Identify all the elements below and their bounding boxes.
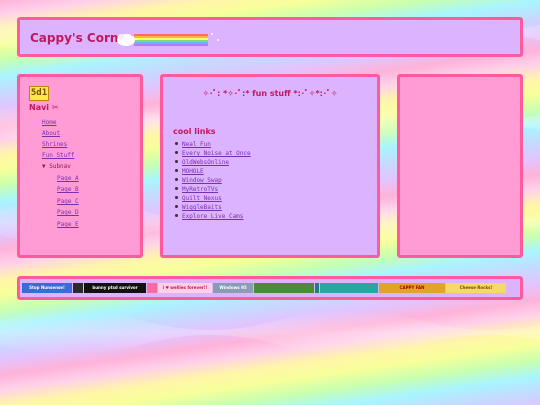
nav-link-shrines[interactable]: Shrines [42,141,67,148]
cool-link[interactable]: MOHOLE [182,168,204,175]
nav-link-fun-stuff[interactable]: Fun Stuff [42,152,75,159]
button-wall: Stop Nunsense! bunny ptsd survivor i ♥ wel… [20,283,520,293]
nav-link-about[interactable]: About [42,130,60,137]
bullet-icon [175,205,178,208]
right-sidebar [397,74,523,258]
bullet-icon [175,151,178,154]
footer-88x31-button[interactable] [254,283,314,293]
list-item: Every Noise at Once [175,150,251,157]
bullet-icon [175,160,178,163]
footer-88x31-button[interactable] [147,283,157,293]
subnav-toggle[interactable]: ▼ Subnav [42,163,71,170]
subpage-link-b[interactable]: Page B [57,186,79,193]
list-item: Quilt Nexus [175,195,222,202]
cool-link[interactable]: Quilt Nexus [182,195,222,202]
cool-link[interactable]: Neal Fun [182,141,211,148]
navi-heading: Navi ✂ [29,103,59,112]
list-item: OldWebsOnline [175,159,229,166]
footer-88x31-button[interactable]: Windows 95 [213,283,253,293]
footer-88x31-button[interactable]: CAPPY FAN [379,283,445,293]
sidebar-badge: 5d1 [29,86,49,101]
subpage-link-c[interactable]: Page C [57,198,79,205]
list-item: MOHOLE [175,168,204,175]
cool-link[interactable]: WiggleBaits [182,204,222,211]
bullet-icon [175,169,178,172]
list-item: WiggleBaits [175,204,222,211]
nav-link-home[interactable]: Home [42,119,56,126]
cool-link[interactable]: Window Swap [182,177,222,184]
footer-88x31-button[interactable] [73,283,83,293]
sidebar: 5d1 Navi ✂ Home About Shrines Fun Stuff … [17,74,143,258]
footer-88x31-button[interactable]: bunny ptsd survivor [84,283,146,293]
list-item: Neal Fun [175,141,211,148]
list-item: MyRetroTVs [175,186,218,193]
bullet-icon [175,214,178,217]
footer-88x31-button[interactable] [320,283,378,293]
cool-link[interactable]: Every Noise at Once [182,150,251,157]
subpage-link-a[interactable]: Page A [57,175,79,182]
subpage-link-e[interactable]: Page E [57,221,79,228]
footer-88x31-button[interactable]: i ♥ wellies forever!! [158,283,212,293]
fun-stuff-title: ✧･ﾟ: *✧･ﾟ:* fun stuff *:･ﾟ✧*:･ﾟ✧ [202,89,338,98]
list-item: Explore Live Cams [175,213,243,220]
subpage-link-d[interactable]: Page D [57,209,79,216]
footer-button-wall: Stop Nunsense! bunny ptsd survivor i ♥ wel… [17,276,523,300]
bullet-icon [175,178,178,181]
cool-links-heading: cool links [173,127,216,136]
nyan-cat-rainbow-icon [117,33,219,46]
cool-link[interactable]: Explore Live Cams [182,213,243,220]
bullet-icon [175,196,178,199]
cool-link[interactable]: OldWebsOnline [182,159,229,166]
list-item: Window Swap [175,177,222,184]
site-header: Cappy's Corner [17,17,523,57]
footer-88x31-button[interactable]: Stop Nunsense! [22,283,72,293]
cool-link[interactable]: MyRetroTVs [182,186,218,193]
bullet-icon [175,142,178,145]
bullet-icon [175,187,178,190]
footer-88x31-button[interactable] [315,283,319,293]
footer-88x31-button[interactable]: Cheese Rocks! [446,283,506,293]
main-content: ✧･ﾟ: *✧･ﾟ:* fun stuff *:･ﾟ✧*:･ﾟ✧ cool li… [160,74,380,258]
